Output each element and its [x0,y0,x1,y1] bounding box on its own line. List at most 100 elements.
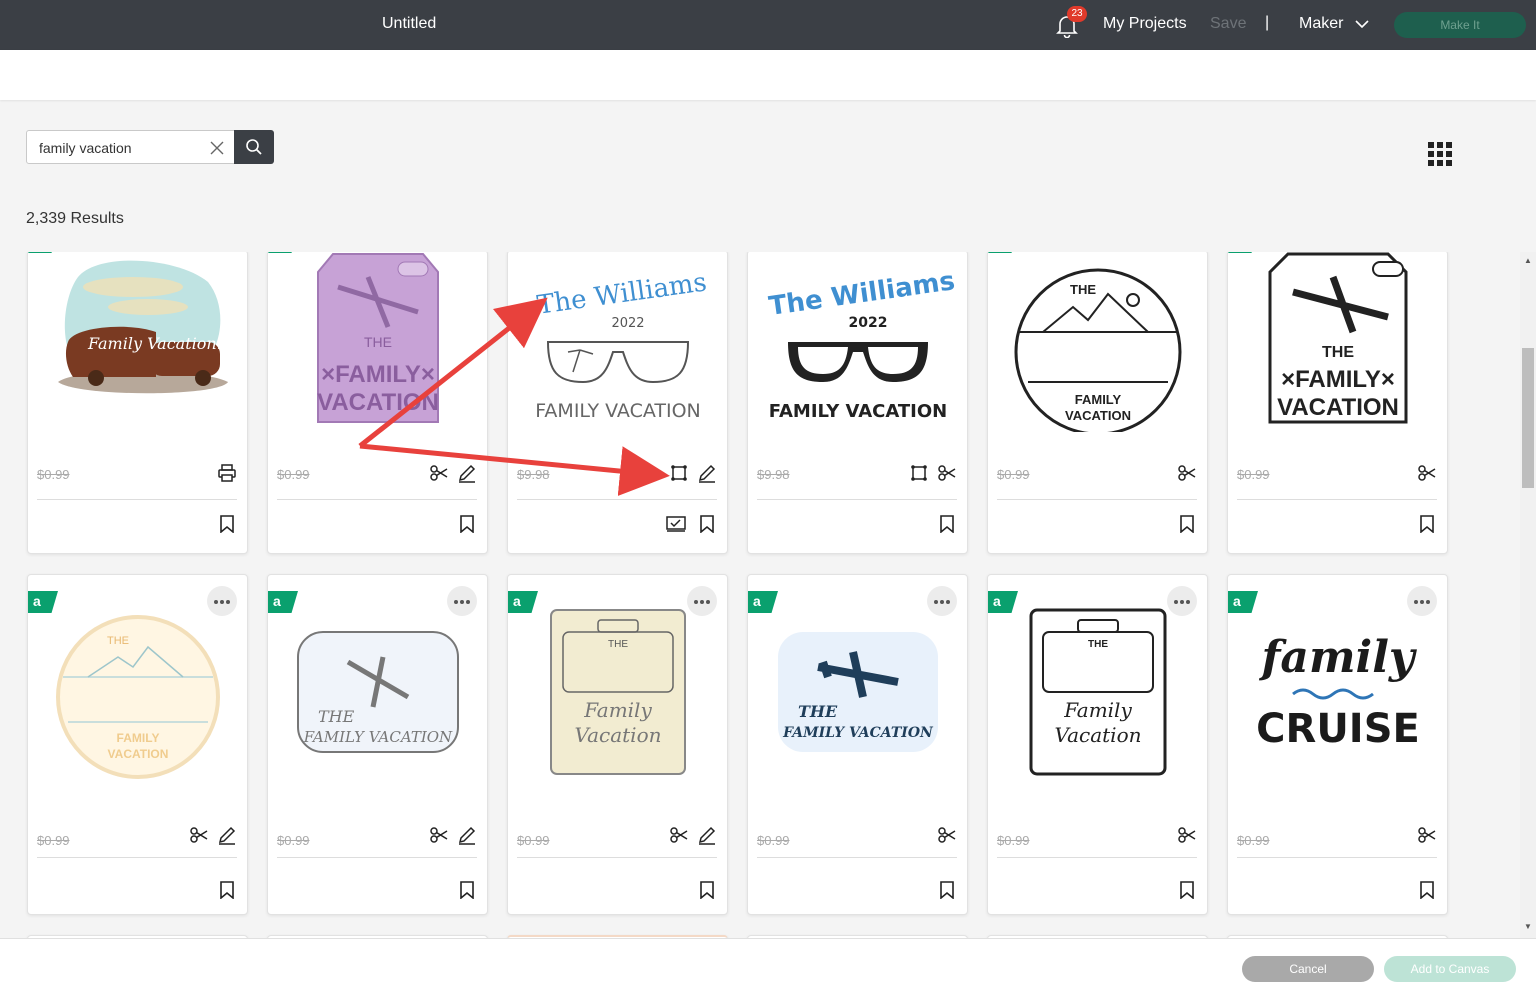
bookmark-icon[interactable] [1179,881,1195,899]
search-input[interactable] [39,138,199,158]
divider [997,499,1197,500]
divider [517,857,717,858]
project-card[interactable]: The Williams 2022 FAMILY VACATION $9.98 [507,252,728,554]
vertical-scrollbar[interactable]: ▲ ▼ [1520,252,1536,938]
save-button[interactable]: Save [1210,15,1246,33]
search-button[interactable] [234,130,274,164]
project-card[interactable]: a THE FAMILY VACATION $0.99 [267,574,488,915]
scissors-icon [1178,827,1196,843]
divider [1237,499,1437,500]
project-card[interactable]: a family CRUISE $0.99 [1227,574,1448,915]
family-cruise-image: family CRUISE [1256,632,1420,752]
project-thumbnail[interactable]: The Williams 2022 FAMILY VACATION [748,252,967,449]
bookmark-icon[interactable] [1419,881,1435,899]
project-card[interactable]: a THE Family Vacation $0.99 [987,574,1208,915]
project-thumbnail[interactable]: THE ×FAMILY× VACATION [268,252,487,449]
machine-selector[interactable]: Maker [1299,15,1343,33]
project-thumbnail[interactable]: THE Family Vacation [508,575,727,809]
project-title: Untitled [382,15,437,32]
project-card[interactable]: The Williams 2022 FAMILY VACATION $9.98 [747,252,968,554]
williams-sunglasses-outline-image: The Williams 2022 FAMILY VACATION [535,267,708,422]
price: $0.99 [37,467,70,482]
bookmark-icon[interactable] [459,881,475,899]
bookmark-icon[interactable] [939,881,955,899]
results-grid: Family Vacation! $0.99 THE ×FAMILY× VACA… [0,252,1520,938]
bookmark-icon[interactable] [1179,515,1195,533]
project-card[interactable]: THE ×FAMILY× VACATION $0.99 [1227,252,1448,554]
card-art-text: THE [107,635,129,647]
add-to-canvas-button[interactable]: Add to Canvas [1384,956,1516,982]
bookmark-icon[interactable] [699,881,715,899]
offset-icon [911,465,927,481]
williams-sunglasses-bold-image: The Williams 2022 FAMILY VACATION [767,266,957,422]
mountain-circle-badge-image: THE FAMILY VACATION [1014,268,1181,432]
project-thumbnail[interactable]: THE FAMILY VACATION [268,575,487,809]
divider [757,857,957,858]
project-card[interactable]: a THE FAMILY VACATION $0.99 [747,574,968,915]
mountain-circle-pastel-image: THE FAMILY VACATION [55,615,220,779]
project-thumbnail[interactable]: THE FAMILY VACATION [28,575,247,809]
scissors-icon [1178,465,1196,481]
bookmark-icon[interactable] [699,515,715,533]
card-art-text: THE [608,639,628,650]
card-art-text: CRUISE [1256,706,1420,752]
project-thumbnail[interactable]: THE FAMILY VACATION [748,575,967,809]
card-art-text: The Williams [535,267,708,320]
airplane-plaque-navy-image: THE FAMILY VACATION [777,632,938,752]
project-thumbnail[interactable]: THE FAMILY VACATION [988,252,1207,449]
card-art-text: VACATION [107,747,168,761]
project-card[interactable]: a THE Family Vacation $0.99 [507,574,728,915]
card-art-text: THE [318,707,355,726]
chevron-down-icon[interactable] [1354,17,1370,31]
card-art-text: VACATION [1065,408,1131,423]
project-card[interactable]: a THE FAMILY VACATION $0.99 [27,574,248,915]
scroll-up-icon[interactable]: ▲ [1524,256,1532,265]
bookmark-icon[interactable] [219,515,235,533]
scissors-icon [1418,465,1436,481]
my-projects-link[interactable]: My Projects [1103,15,1187,33]
price: $9.98 [517,467,550,482]
price: $0.99 [277,467,310,482]
card-art-text: THE [1070,282,1096,297]
card-actions [669,463,717,483]
card-actions [189,825,237,845]
card-actions [909,463,957,483]
divider [277,499,477,500]
project-thumbnail[interactable]: THE Family Vacation [988,575,1207,809]
card-art-text: family [1258,632,1417,683]
card-art-text: Family Vacation! [87,334,223,353]
family-vacation-car-image: Family Vacation! [57,260,228,394]
grid-view-icon[interactable] [1427,141,1453,167]
card-art-text: FAMILY VACATION [535,400,701,422]
top-bar: Untitled 23 My Projects Save | Maker Mak… [0,0,1536,50]
card-actions [937,825,957,845]
project-thumbnail[interactable]: The Williams 2022 FAMILY VACATION [508,252,727,449]
card-art-text: Family [583,698,652,722]
divider [277,857,477,858]
header-separator: | [1265,14,1270,31]
make-it-button[interactable]: Make It [1394,12,1526,38]
bookmark-icon[interactable] [459,515,475,533]
project-card[interactable]: Family Vacation! $0.99 [27,252,248,554]
divider [517,499,717,500]
project-thumbnail[interactable]: THE ×FAMILY× VACATION [1228,252,1447,449]
price: $0.99 [277,833,310,848]
card-art-text: FAMILY VACATION [768,401,946,422]
project-card[interactable]: THE FAMILY VACATION $0.99 [987,252,1208,554]
price: $0.99 [517,833,550,848]
card-art-text: VACATION [1277,394,1399,421]
bookmark-icon[interactable] [219,881,235,899]
scrollbar-thumb[interactable] [1522,348,1534,488]
project-thumbnail[interactable]: Family Vacation! [28,252,247,449]
project-thumbnail[interactable]: family CRUISE [1228,575,1447,809]
project-card[interactable]: THE ×FAMILY× VACATION $0.99 [267,252,488,554]
bookmark-icon[interactable] [939,515,955,533]
card-art-text: FAMILY VACATION [782,725,934,741]
card-actions [1417,825,1437,845]
price: $0.99 [37,833,70,848]
scissors-icon [1418,827,1436,843]
bookmark-icon[interactable] [1419,515,1435,533]
cancel-button[interactable]: Cancel [1242,956,1374,982]
scroll-down-icon[interactable]: ▼ [1524,922,1532,931]
clear-search-icon[interactable] [209,140,225,156]
